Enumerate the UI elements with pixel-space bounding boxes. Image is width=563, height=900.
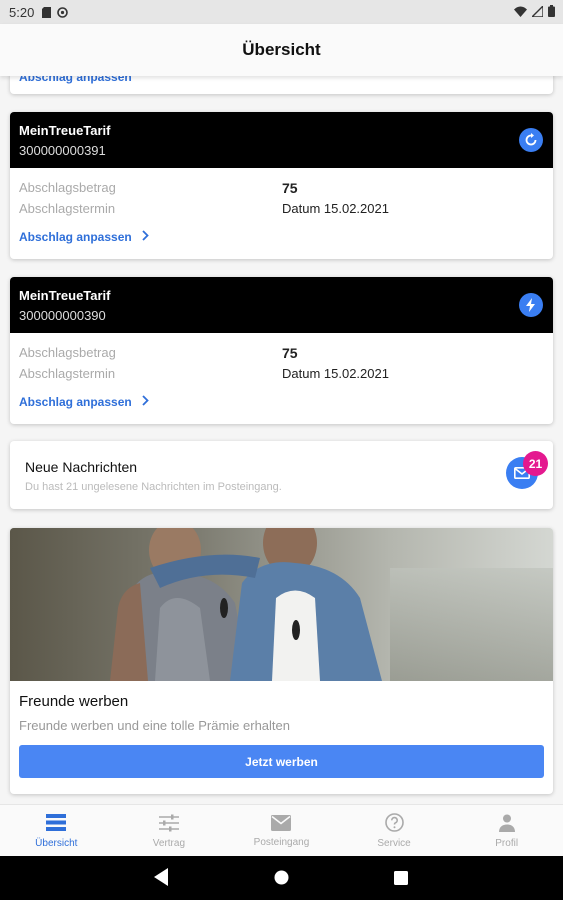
help-icon	[384, 813, 404, 835]
messages-title: Neue Nachrichten	[25, 459, 138, 475]
nav-label: Service	[377, 838, 411, 849]
contract-number: 300000000391	[19, 143, 106, 158]
nav-item-service[interactable]: Service	[338, 805, 451, 857]
nav-label: Posteingang	[253, 836, 310, 848]
refresh-icon[interactable]	[519, 128, 543, 152]
app-bar: Übersicht	[0, 24, 563, 76]
page-title: Übersicht	[242, 40, 321, 59]
amount-label: Abschlagsbetrag	[19, 345, 116, 360]
tariff-name: MeinTreueTarif	[19, 123, 111, 138]
sliders-icon	[158, 814, 179, 835]
tariff-name: MeinTreueTarif	[19, 288, 111, 303]
sd-card-icon	[42, 6, 52, 18]
wifi-icon	[514, 5, 527, 20]
referral-photo	[10, 528, 553, 681]
battery-icon	[548, 4, 555, 20]
nav-label: Vertrag	[152, 837, 186, 849]
referral-card: Freunde werben Freunde werben und eine t…	[10, 528, 553, 794]
date-value: Datum 15.02.2021	[282, 201, 389, 216]
home-icon[interactable]	[274, 870, 289, 890]
chevron-right-icon	[142, 395, 149, 409]
adjust-payment-label: Abschlag anpassen	[19, 395, 132, 409]
tariff-header: MeinTreueTarif 300000000390	[10, 277, 553, 333]
nav-item-profile[interactable]: Profil	[450, 805, 563, 857]
nav-item-inbox[interactable]: Posteingang	[225, 805, 338, 857]
nav-item-overview[interactable]: Übersicht	[0, 805, 113, 857]
referral-title: Freunde werben	[19, 693, 129, 710]
system-navigation-bar	[0, 856, 563, 900]
tariff-card: MeinTreueTarif 300000000391 Abschlagsbet…	[10, 112, 553, 259]
status-bar: 5:20	[0, 0, 563, 24]
recents-icon[interactable]	[394, 871, 408, 890]
nav-item-contract[interactable]: Vertrag	[113, 805, 226, 857]
tariff-card: MeinTreueTarif 300000000390 Abschlagsbet…	[10, 277, 553, 424]
mail-icon	[271, 814, 292, 834]
sync-icon	[57, 6, 69, 18]
lightning-icon[interactable]	[519, 293, 543, 317]
adjust-payment-link[interactable]: Abschlag anpassen	[19, 230, 149, 244]
tariff-card-partial: Abschlag anpassen	[10, 76, 553, 94]
contract-number: 300000000390	[19, 308, 106, 323]
referral-subtitle: Freunde werben und eine tolle Prämie erh…	[19, 718, 291, 733]
unread-count-badge: 21	[523, 451, 548, 476]
person-icon	[498, 814, 515, 835]
nav-label: Profil	[495, 837, 519, 849]
chevron-right-icon	[142, 230, 149, 244]
refer-now-button[interactable]: Jetzt werben	[19, 745, 544, 778]
adjust-payment-label: Abschlag anpassen	[19, 230, 132, 244]
bottom-navigation: Übersicht Vertrag Posteingang Service Pr…	[0, 804, 563, 857]
adjust-payment-link[interactable]: Abschlag anpassen	[19, 395, 149, 409]
amount-value: 75	[282, 345, 298, 361]
amount-value: 75	[282, 180, 298, 196]
overview-icon	[46, 813, 67, 835]
adjust-payment-link[interactable]: Abschlag anpassen	[19, 76, 132, 90]
tariff-header: MeinTreueTarif 300000000391	[10, 112, 553, 168]
nav-label: Übersicht	[35, 837, 78, 849]
messages-subtitle: Du hast 21 ungelesene Nachrichten im Pos…	[25, 481, 282, 493]
adjust-payment-label: Abschlag anpassen	[19, 76, 132, 84]
date-label: Abschlagstermin	[19, 366, 116, 381]
amount-label: Abschlagsbetrag	[19, 180, 116, 195]
signal-icon	[530, 3, 544, 20]
messages-card[interactable]: Neue Nachrichten Du hast 21 ungelesene N…	[10, 441, 553, 509]
back-icon[interactable]	[154, 868, 168, 891]
date-label: Abschlagstermin	[19, 201, 116, 216]
status-time: 5:20	[9, 4, 35, 20]
date-value: Datum 15.02.2021	[282, 366, 389, 381]
overview-content[interactable]: Abschlag anpassen MeinTreueTarif 3000000…	[0, 76, 563, 804]
